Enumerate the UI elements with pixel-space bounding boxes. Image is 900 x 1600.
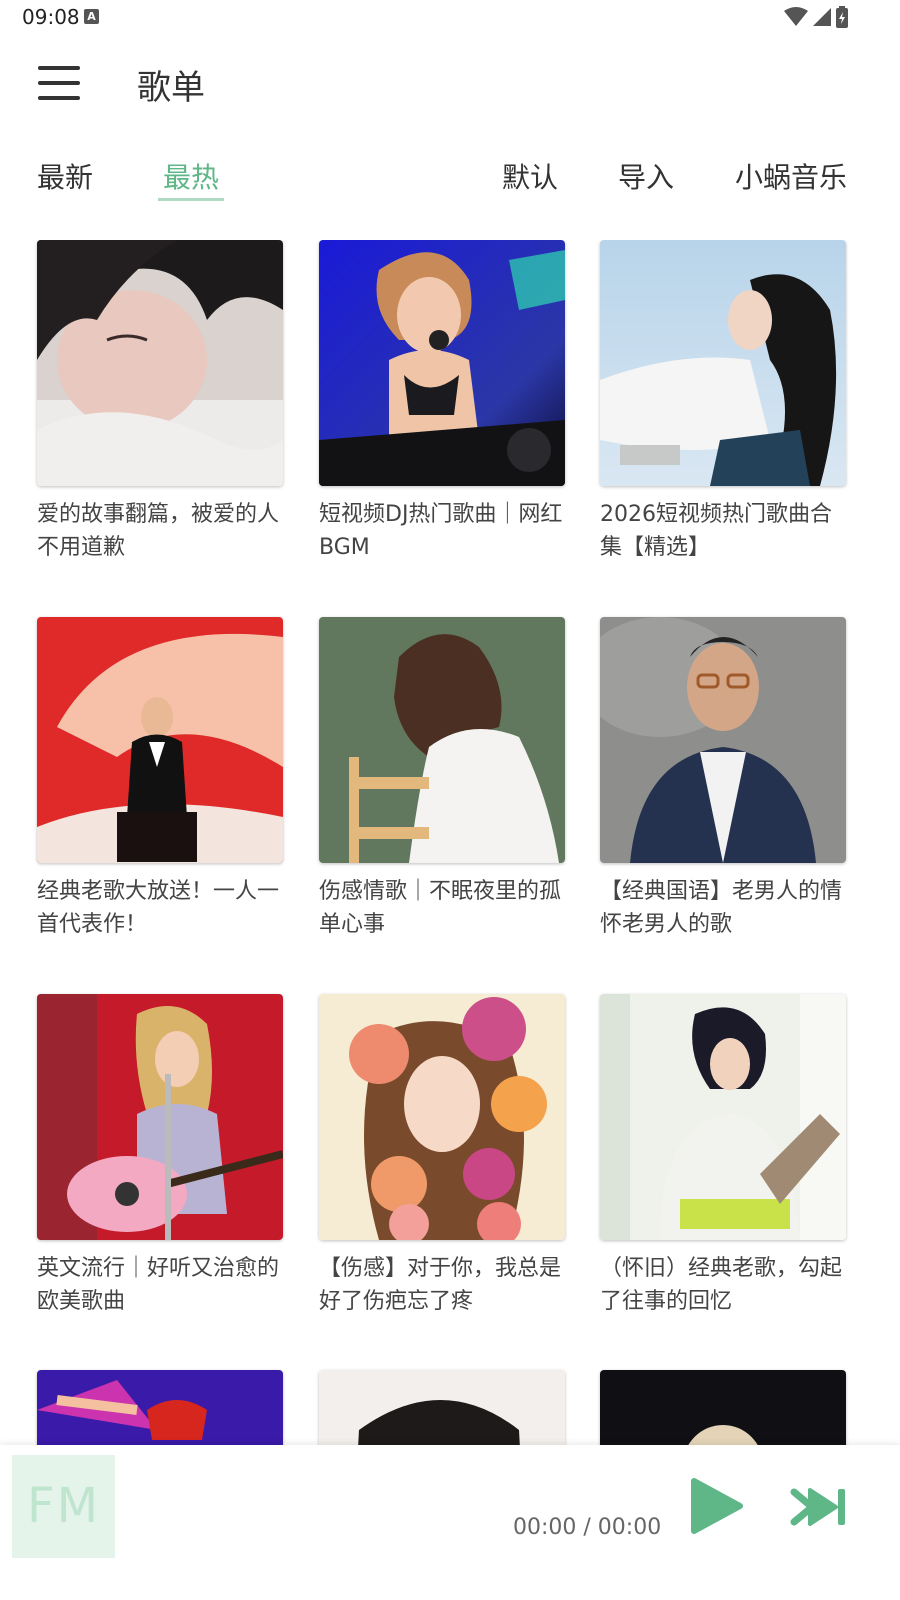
playlist-title: 伤感情歌｜不眠夜里的孤单心事 — [319, 879, 562, 937]
tab-import[interactable]: 导入 — [618, 156, 674, 196]
tab-bar: 最新 最热 默认 导入 小蜗音乐 — [0, 140, 900, 204]
mini-player: FM 00:00 / 00:00 — [0, 1445, 900, 1600]
play-icon[interactable] — [688, 1477, 744, 1535]
playlist-title: 短视频DJ热门歌曲｜网红BGM — [319, 502, 563, 560]
tab-newest[interactable]: 最新 — [37, 156, 93, 196]
playlist-card[interactable]: 【伤感】对于你，我总是好了伤疤忘了疼 — [319, 994, 565, 1318]
playlist-card[interactable]: 爱的故事翻篇，被爱的人不用道歉 — [37, 240, 283, 564]
page-title: 歌单 — [137, 68, 205, 108]
fm-cover[interactable]: FM — [12, 1455, 115, 1558]
playlist-title: 【伤感】对于你，我总是好了伤疤忘了疼 — [319, 1256, 562, 1314]
wifi-icon — [784, 7, 808, 26]
active-tab-indicator — [158, 198, 224, 201]
playlist-title: 经典老歌大放送！一人一首代表作！ — [37, 879, 280, 937]
signal-icon — [813, 8, 831, 26]
playlist-title: （怀旧）经典老歌，勾起了往事的回忆 — [600, 1256, 843, 1314]
tab-default[interactable]: 默认 — [502, 156, 558, 196]
tab-hottest[interactable]: 最热 — [163, 156, 219, 196]
playlist-title: 爱的故事翻篇，被爱的人不用道歉 — [37, 502, 280, 560]
playlist-cover — [37, 617, 283, 863]
playlist-cover — [319, 240, 565, 486]
playlist-card[interactable]: 短视频DJ热门歌曲｜网红BGM — [319, 240, 565, 564]
playlist-card[interactable]: 英文流行｜好听又治愈的欧美歌曲 — [37, 994, 283, 1318]
playlist-cover — [319, 1370, 565, 1445]
playlist-card[interactable] — [319, 1370, 565, 1445]
playlist-card[interactable]: 2026短视频热门歌曲合集【精选】 — [600, 240, 846, 564]
playlist-cover — [600, 994, 846, 1240]
next-track-icon[interactable] — [790, 1486, 848, 1528]
playlist-cover — [600, 240, 846, 486]
playlist-card[interactable] — [600, 1370, 846, 1445]
status-time: 09:08 — [22, 5, 80, 29]
notification-a-icon: A — [84, 9, 99, 24]
playlist-title: 2026短视频热门歌曲合集【精选】 — [600, 502, 832, 560]
playlist-title: 英文流行｜好听又治愈的欧美歌曲 — [37, 1256, 280, 1314]
playlist-card[interactable]: 伤感情歌｜不眠夜里的孤单心事 — [319, 617, 565, 941]
tab-xiaowo-music[interactable]: 小蜗音乐 — [735, 156, 847, 196]
playlist-cover — [600, 617, 846, 863]
playlist-card[interactable]: 【经典国语】老男人的情怀老男人的歌 — [600, 617, 846, 941]
playlist-cover — [37, 240, 283, 486]
playlist-cover — [600, 1370, 846, 1445]
playlist-cover — [37, 1370, 283, 1445]
playlist-card[interactable]: 经典老歌大放送！一人一首代表作！ — [37, 617, 283, 941]
playlist-cover — [319, 994, 565, 1240]
battery-icon — [836, 6, 848, 28]
playlist-title: 【经典国语】老男人的情怀老男人的歌 — [600, 879, 843, 937]
playlist-cover — [37, 994, 283, 1240]
menu-icon[interactable] — [38, 66, 80, 100]
app-bar: 歌单 — [0, 34, 900, 130]
playlist-grid: 爱的故事翻篇，被爱的人不用道歉 短视频DJ热门歌曲｜网红BGM 2026短视频热… — [0, 240, 900, 1445]
playlist-cover — [319, 617, 565, 863]
playback-time: 00:00 / 00:00 — [513, 1515, 662, 1540]
status-icons — [784, 5, 848, 29]
playlist-card[interactable] — [37, 1370, 283, 1445]
playlist-card[interactable]: （怀旧）经典老歌，勾起了往事的回忆 — [600, 994, 846, 1318]
status-bar: 09:08 A — [0, 0, 900, 34]
